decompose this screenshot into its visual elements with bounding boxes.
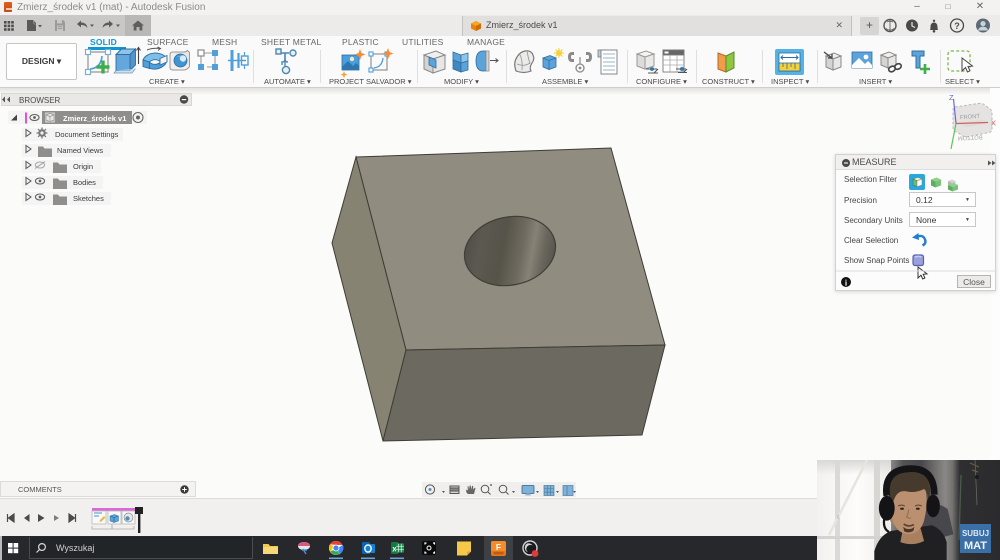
svg-text:Z: Z (949, 93, 954, 102)
svg-text:X: X (991, 119, 996, 128)
svg-text:MAT: MAT (964, 540, 987, 552)
svg-text:F: F (496, 542, 501, 552)
svg-text:SUBUJ: SUBUJ (962, 529, 989, 538)
svg-text:Wyszukaj: Wyszukaj (56, 543, 94, 553)
svg-text:?: ? (954, 21, 960, 31)
svg-text:Close: Close (963, 277, 985, 287)
